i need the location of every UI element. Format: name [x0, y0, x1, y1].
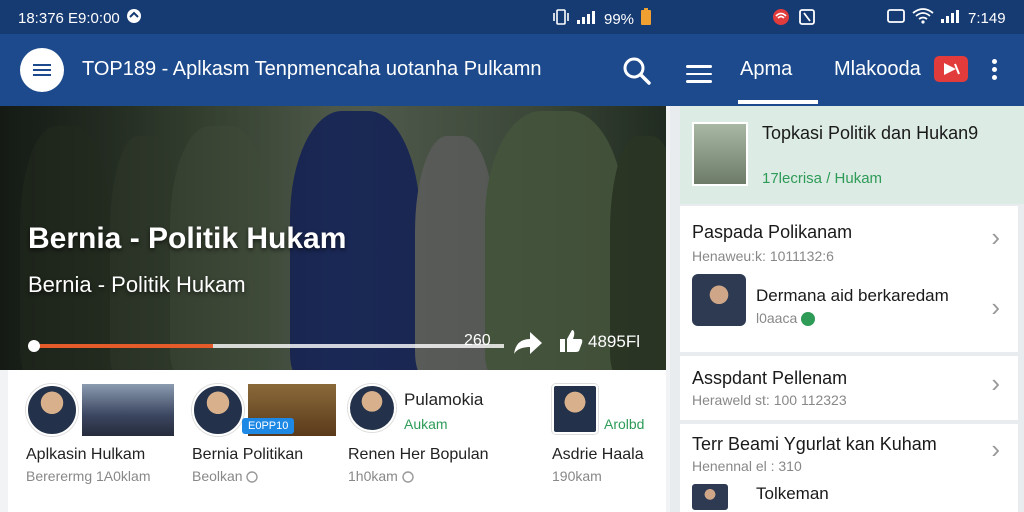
status-time-right: 7:149 — [968, 9, 1006, 27]
like-icon[interactable] — [558, 328, 584, 359]
status-bar: 18:376 E9:0:00 99% 7:149 — [0, 0, 1024, 34]
status-time-left: 18:376 E9:0:00 — [18, 9, 120, 27]
list-item-title: Paspada Polikanam — [692, 222, 853, 242]
battery-percent: 99% — [604, 10, 635, 28]
card-item[interactable]: Arolbd Asdrie Haala 190kam — [552, 370, 662, 512]
card-item[interactable]: E0PP10 Bernia Politikan Beolkan — [192, 370, 342, 512]
chevron-right-icon: › — [991, 434, 1000, 464]
card-title: Asdrie Haala — [552, 446, 644, 463]
search-icon[interactable] — [622, 56, 652, 91]
card-name: Pulamokia — [404, 390, 484, 409]
list-thumbnail — [692, 484, 728, 510]
vibrate-icon — [552, 9, 570, 29]
chevron-right-icon: › — [991, 222, 1000, 252]
avatar — [348, 384, 396, 432]
video-progress-fill — [34, 344, 213, 348]
info-icon — [402, 468, 414, 484]
video-progress-bar[interactable] — [34, 344, 504, 348]
card-title: Aplkasin Hulkam — [26, 446, 146, 463]
list-item-title: Terr Beami Ygurlat kan Kuham — [692, 434, 937, 454]
card-photo — [82, 384, 174, 436]
network-icon — [126, 8, 142, 28]
nfc-icon — [798, 8, 816, 30]
list-item-title: Dermana aid berkaredam — [756, 286, 949, 305]
list-item-title: Tolkeman — [756, 484, 829, 503]
signal-icon-right — [940, 8, 962, 28]
avatar — [192, 384, 244, 436]
info-icon — [246, 468, 259, 484]
list-item-subtitle: Henaweu:k: 1011132:6 — [692, 248, 834, 264]
chevron-right-icon: › — [991, 368, 1000, 398]
card-title: Bernia Politikan — [192, 446, 304, 463]
wifi-alert-icon — [770, 8, 792, 30]
card-tag: Arolbd — [604, 416, 645, 432]
list-item[interactable]: Asspdant Pellenam Heraweld st: 100 11232… — [680, 356, 1018, 420]
hamburger-icon — [33, 61, 51, 79]
card-subtitle: Beolkan — [192, 468, 259, 484]
list-item-title: Asspdant Pellenam — [692, 368, 848, 388]
card-subtitle: 190kam — [552, 468, 602, 484]
avatar — [26, 384, 78, 436]
tab-active-indicator — [738, 100, 818, 104]
app-bar: TOP189 - Aplkasm Tenpmencaha uotanha Pul… — [0, 34, 1024, 106]
list-item-subtitle: Heraweld st: 100 112323 — [692, 392, 847, 408]
progress-handle[interactable] — [28, 340, 40, 352]
menu-button[interactable] — [20, 48, 64, 92]
list-item-subtitle: l0aaca — [756, 310, 816, 327]
video-badge-icon[interactable] — [934, 56, 968, 82]
chevron-right-icon: › — [991, 292, 1000, 322]
card-subtitle: Bererermg 1A0klam — [26, 468, 151, 484]
battery-icon — [640, 8, 652, 30]
featured-item[interactable]: Topkasi Politik dan Hukan9 17lecrisa / H… — [680, 106, 1024, 204]
card-item[interactable]: Aplkasin Hulkam Bererermg 1A0klam — [26, 370, 186, 512]
hero-subtitle: Bernia - Politik Hukam — [28, 272, 246, 297]
app-title: TOP189 - Aplkasm Tenpmencaha uotanha Pul… — [82, 58, 542, 80]
share-icon[interactable] — [512, 330, 544, 361]
list-item-subtitle: Henennal el : 310 — [692, 458, 802, 474]
list-thumbnail — [692, 274, 746, 326]
card-subtitle: 1h0kam — [348, 468, 414, 484]
verified-icon — [801, 312, 816, 327]
screen-icon — [886, 8, 906, 28]
card-item[interactable]: Pulamokia Aukam Renen Her Bopulan 1h0kam — [348, 370, 528, 512]
hero-title: Bernia - Politik Hukam — [28, 222, 347, 255]
featured-thumbnail — [692, 122, 748, 186]
view-count: 260 — [464, 332, 491, 349]
more-options-icon[interactable] — [988, 56, 1000, 83]
list-item[interactable]: Terr Beami Ygurlat kan Kuham Henennal el… — [680, 424, 1018, 512]
side-panel: Topkasi Politik dan Hukan9 17lecrisa / H… — [670, 106, 1024, 512]
list-item[interactable]: Paspada Polikanam Henaweu:k: 1011132:6 ›… — [680, 206, 1018, 352]
hero-video[interactable]: Bernia - Politik Hukam Bernia - Politik … — [0, 106, 666, 370]
avatar — [552, 384, 598, 434]
card-badge: E0PP10 — [242, 418, 295, 434]
like-count: 4895Fl — [588, 332, 640, 351]
featured-subtitle: 17lecrisa / Hukam — [762, 170, 883, 187]
tab-apma[interactable]: Apma — [740, 58, 792, 81]
card-tag: Aukam — [404, 416, 448, 432]
wifi-icon — [912, 8, 934, 28]
signal-icon — [576, 9, 598, 29]
card-strip: Aplkasin Hulkam Bererermg 1A0klam E0PP10… — [8, 370, 666, 512]
tab-mlakooda[interactable]: Mlakooda — [834, 58, 921, 81]
featured-title: Topkasi Politik dan Hukan9 — [762, 123, 979, 143]
secondary-menu-icon[interactable] — [686, 60, 712, 88]
card-title: Renen Her Bopulan — [348, 446, 489, 463]
